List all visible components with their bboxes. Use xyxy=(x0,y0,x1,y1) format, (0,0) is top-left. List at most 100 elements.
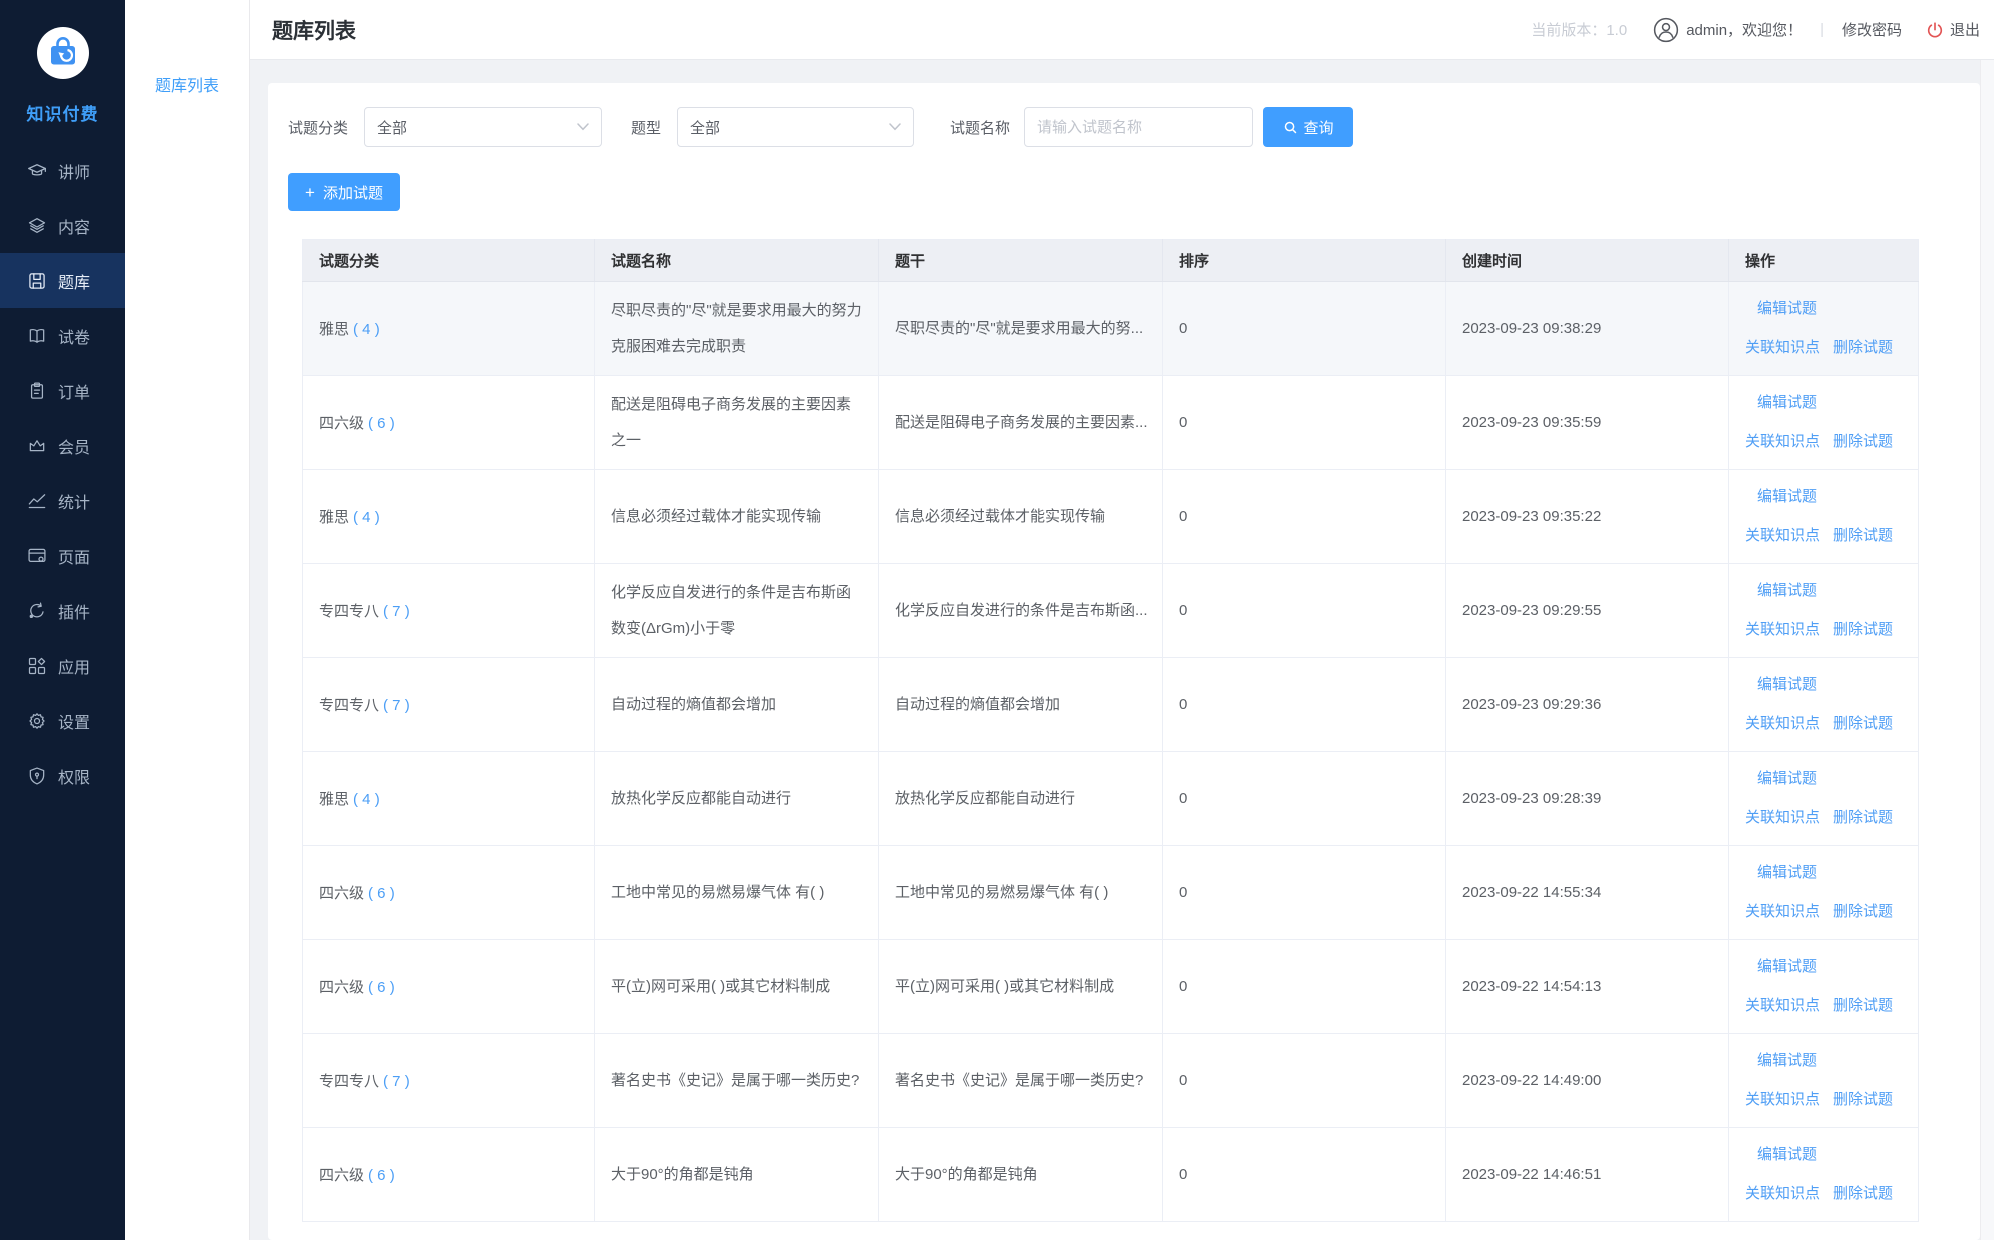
question-bank-card: 试题分类 全部 题型 全部 试题名称 查询 + 添加试题 xyxy=(268,83,1980,1240)
sidebar-item-label: 试卷 xyxy=(58,324,90,348)
sidebar-item-order[interactable]: 订单 xyxy=(0,363,125,418)
category-count-link[interactable]: ( 4 ) xyxy=(353,791,380,808)
table-row: 专四专八( 7 ) 化学反应自发进行的条件是吉布斯函数变(ΔrGm)小于零 化学… xyxy=(303,564,1919,658)
category-count-link[interactable]: ( 6 ) xyxy=(368,1167,395,1184)
delete-question-link[interactable]: 删除试题 xyxy=(1833,809,1893,826)
category-count-link[interactable]: ( 6 ) xyxy=(368,979,395,996)
relate-knowledge-link[interactable]: 关联知识点 xyxy=(1745,433,1820,450)
edit-question-link[interactable]: 编辑试题 xyxy=(1757,958,1817,975)
primary-sidebar: 知识付费 讲师 内容 题库 试卷 xyxy=(0,0,125,1240)
category-text: 四六级 xyxy=(319,415,364,432)
filter-bar: 试题分类 全部 题型 全部 试题名称 查询 xyxy=(288,107,1960,147)
question-name-cell: 化学反应自发进行的条件是吉布斯函数变(ΔrGm)小于零 xyxy=(595,564,879,658)
category-count-link[interactable]: ( 4 ) xyxy=(353,321,380,338)
relate-knowledge-link[interactable]: 关联知识点 xyxy=(1745,339,1820,356)
relate-knowledge-link[interactable]: 关联知识点 xyxy=(1745,621,1820,638)
sidebar-item-question-bank[interactable]: 题库 xyxy=(0,253,125,308)
add-question-button[interactable]: + 添加试题 xyxy=(288,173,400,211)
question-table: 试题分类 试题名称 题干 排序 创建时间 操作 雅思( 4 ) 尽职尽责的"尽"… xyxy=(302,239,1960,1222)
question-stem-cell: 尽职尽责的"尽"就是要求用最大的努... xyxy=(879,282,1163,376)
actions-cell: 编辑试题 关联知识点删除试题 xyxy=(1729,752,1919,846)
question-bank-icon xyxy=(27,271,47,291)
sidebar-item-label: 内容 xyxy=(58,214,90,238)
sidebar-item-member[interactable]: 会员 xyxy=(0,418,125,473)
edit-question-link[interactable]: 编辑试题 xyxy=(1757,864,1817,881)
column-header-actions: 操作 xyxy=(1729,240,1919,282)
edit-question-link[interactable]: 编辑试题 xyxy=(1757,300,1817,317)
relate-knowledge-link[interactable]: 关联知识点 xyxy=(1745,1185,1820,1202)
app-icon xyxy=(27,656,47,676)
sidebar-item-label: 会员 xyxy=(58,434,90,458)
sidebar-item-label: 设置 xyxy=(58,709,90,733)
sidebar-item-settings[interactable]: 设置 xyxy=(0,693,125,748)
edit-question-link[interactable]: 编辑试题 xyxy=(1757,488,1817,505)
type-filter-label: 题型 xyxy=(631,117,661,138)
sidebar-item-exam-paper[interactable]: 试卷 xyxy=(0,308,125,363)
scrollbar-track[interactable] xyxy=(1980,60,1994,1240)
question-stem-cell: 化学反应自发进行的条件是吉布斯函... xyxy=(879,564,1163,658)
category-count-link[interactable]: ( 4 ) xyxy=(353,509,380,526)
table-row: 专四专八( 7 ) 著名史书《史记》是属于哪一类历史? 著名史书《史记》是属于哪… xyxy=(303,1034,1919,1128)
topbar-right: 当前版本：1.0 admin，欢迎您！ | 修改密码 退出 xyxy=(1531,17,1980,43)
sidebar-item-plugin[interactable]: 插件 xyxy=(0,583,125,638)
question-name-input[interactable] xyxy=(1024,107,1253,147)
category-count-link[interactable]: ( 6 ) xyxy=(368,885,395,902)
column-header-sort: 排序 xyxy=(1163,240,1446,282)
sidebar-item-page[interactable]: 页面 xyxy=(0,528,125,583)
category-text: 专四专八 xyxy=(319,1073,379,1090)
relate-knowledge-link[interactable]: 关联知识点 xyxy=(1745,997,1820,1014)
category-count-link[interactable]: ( 7 ) xyxy=(383,1073,410,1090)
category-text: 四六级 xyxy=(319,1167,364,1184)
sidebar-item-app[interactable]: 应用 xyxy=(0,638,125,693)
secondary-sidebar: 题库列表 xyxy=(125,0,250,1240)
category-count-link[interactable]: ( 7 ) xyxy=(383,603,410,620)
search-button[interactable]: 查询 xyxy=(1263,107,1353,147)
sidebar-item-content[interactable]: 内容 xyxy=(0,198,125,253)
relate-knowledge-link[interactable]: 关联知识点 xyxy=(1745,527,1820,544)
delete-question-link[interactable]: 删除试题 xyxy=(1833,621,1893,638)
sidebar-item-permission[interactable]: 权限 xyxy=(0,748,125,803)
edit-question-link[interactable]: 编辑试题 xyxy=(1757,394,1817,411)
category-count-link[interactable]: ( 6 ) xyxy=(368,415,395,432)
category-text: 专四专八 xyxy=(319,603,379,620)
relate-knowledge-link[interactable]: 关联知识点 xyxy=(1745,903,1820,920)
relate-knowledge-link[interactable]: 关联知识点 xyxy=(1745,1091,1820,1108)
category-count-link[interactable]: ( 7 ) xyxy=(383,697,410,714)
plugin-icon xyxy=(27,601,47,621)
actions-cell: 编辑试题 关联知识点删除试题 xyxy=(1729,1128,1919,1222)
edit-question-link[interactable]: 编辑试题 xyxy=(1757,1052,1817,1069)
logout-button[interactable]: 退出 xyxy=(1926,19,1980,40)
edit-question-link[interactable]: 编辑试题 xyxy=(1757,676,1817,693)
submenu-item-question-bank-list[interactable]: 题库列表 xyxy=(125,72,249,96)
logout-label: 退出 xyxy=(1950,19,1980,40)
search-icon xyxy=(1283,120,1298,135)
relate-knowledge-link[interactable]: 关联知识点 xyxy=(1745,809,1820,826)
sidebar-item-statistics[interactable]: 统计 xyxy=(0,473,125,528)
type-select[interactable]: 全部 xyxy=(677,107,914,147)
created-time-cell: 2023-09-22 14:46:51 xyxy=(1446,1128,1729,1222)
delete-question-link[interactable]: 删除试题 xyxy=(1833,997,1893,1014)
category-select[interactable]: 全部 xyxy=(364,107,602,147)
edit-question-link[interactable]: 编辑试题 xyxy=(1757,582,1817,599)
app-logo: 知识付费 xyxy=(0,0,125,125)
delete-question-link[interactable]: 删除试题 xyxy=(1833,715,1893,732)
sidebar-item-lecturer[interactable]: 讲师 xyxy=(0,143,125,198)
edit-question-link[interactable]: 编辑试题 xyxy=(1757,770,1817,787)
question-name-cell: 著名史书《史记》是属于哪一类历史? xyxy=(595,1034,879,1128)
category-cell: 雅思( 4 ) xyxy=(303,282,595,376)
exam-paper-icon xyxy=(27,326,47,346)
change-password-link[interactable]: 修改密码 xyxy=(1842,19,1902,40)
version-label: 当前版本：1.0 xyxy=(1531,19,1627,40)
created-time-cell: 2023-09-22 14:55:34 xyxy=(1446,846,1729,940)
delete-question-link[interactable]: 删除试题 xyxy=(1833,1185,1893,1202)
question-stem-cell: 放热化学反应都能自动进行 xyxy=(879,752,1163,846)
delete-question-link[interactable]: 删除试题 xyxy=(1833,1091,1893,1108)
category-cell: 雅思( 4 ) xyxy=(303,470,595,564)
category-text: 雅思 xyxy=(319,321,349,338)
delete-question-link[interactable]: 删除试题 xyxy=(1833,433,1893,450)
delete-question-link[interactable]: 删除试题 xyxy=(1833,339,1893,356)
delete-question-link[interactable]: 删除试题 xyxy=(1833,527,1893,544)
delete-question-link[interactable]: 删除试题 xyxy=(1833,903,1893,920)
edit-question-link[interactable]: 编辑试题 xyxy=(1757,1146,1817,1163)
relate-knowledge-link[interactable]: 关联知识点 xyxy=(1745,715,1820,732)
